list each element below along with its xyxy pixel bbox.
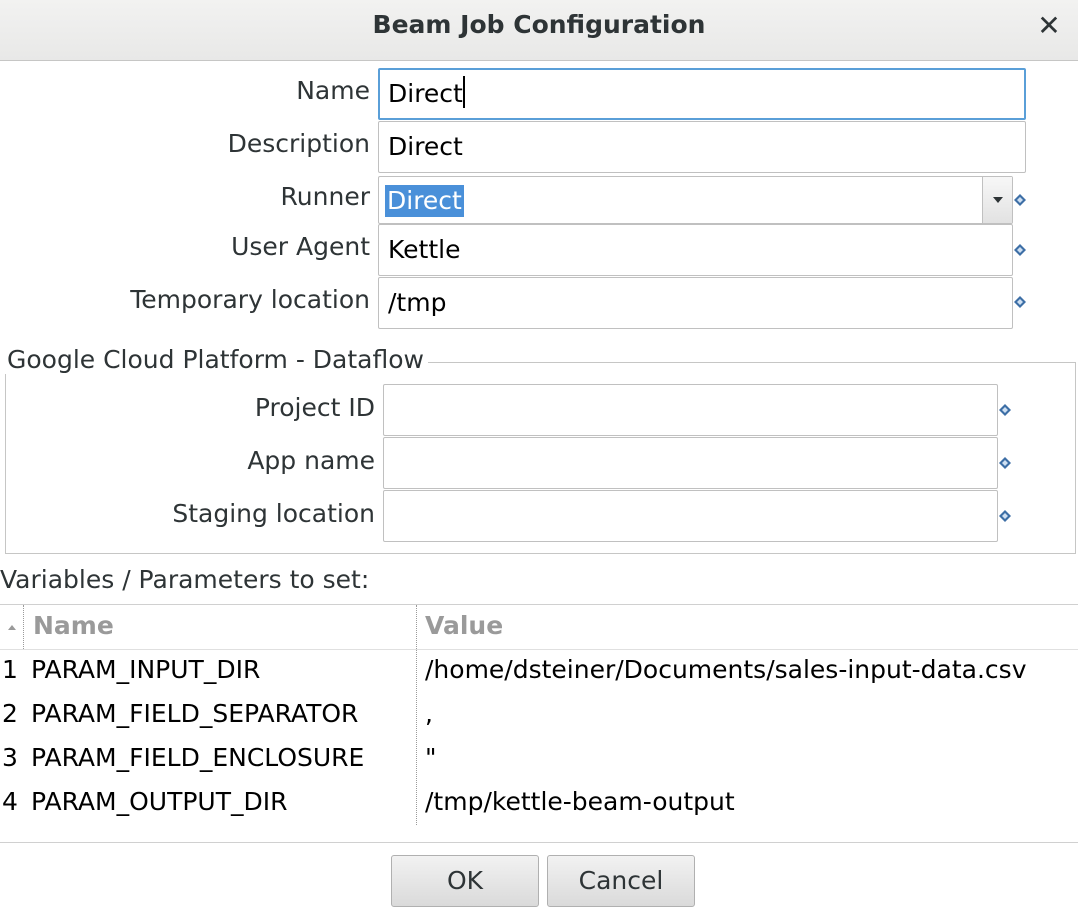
row-number: 1 [2,655,18,684]
dialog-title: Beam Job Configuration [372,10,706,39]
variables-label: Variables / Parameters to set: [0,565,370,594]
row-number: 3 [2,743,18,772]
variable-icon [999,510,1011,522]
column-divider [23,605,24,649]
description-label: Description [227,129,370,158]
dialog-titlebar: Beam Job Configuration ✕ [0,0,1078,61]
staging-location-label: Staging location [172,499,375,528]
variable-value-cell[interactable]: " [425,743,437,772]
column-header-name[interactable]: Name [33,611,114,640]
temp-location-label: Temporary location [130,285,370,314]
gcp-group-title: Google Cloud Platform - Dataflow [5,345,428,374]
variables-table: Name Value 1 PARAM_INPUT_DIR /home/dstei… [0,604,1078,843]
project-id-label: Project ID [254,393,375,422]
header-divider [0,649,1078,650]
runner-selected-value: Direct [385,185,464,217]
name-input[interactable]: Direct [378,68,1026,120]
staging-location-input[interactable] [383,490,998,542]
user-agent-input[interactable]: Kettle [378,224,1013,276]
description-input[interactable]: Direct [378,121,1026,173]
cancel-button[interactable]: Cancel [547,855,695,907]
chevron-down-icon[interactable] [982,177,1012,223]
sort-up-icon[interactable] [8,625,16,630]
user-agent-label: User Agent [231,232,370,261]
name-label: Name [296,76,370,105]
variable-name-cell[interactable]: PARAM_OUTPUT_DIR [31,787,288,816]
app-name-label: App name [247,446,375,475]
name-input-value: Direct [388,79,463,108]
column-header-value[interactable]: Value [425,611,503,640]
variable-icon [999,457,1011,469]
runner-combo[interactable]: Direct [378,176,1013,224]
variable-value-cell[interactable]: /home/dsteiner/Documents/sales-input-dat… [425,655,1027,684]
temp-location-input[interactable]: /tmp [378,277,1013,329]
variable-icon [1014,244,1026,256]
project-id-input[interactable] [383,384,998,436]
text-cursor [462,76,465,108]
variable-name-cell[interactable]: PARAM_FIELD_ENCLOSURE [31,743,364,772]
column-divider [416,605,417,825]
variable-icon [1014,296,1026,308]
variable-icon [1014,194,1026,206]
app-name-input[interactable] [383,437,998,489]
ok-button[interactable]: OK [391,855,539,907]
variable-name-cell[interactable]: PARAM_INPUT_DIR [31,655,260,684]
variable-name-cell[interactable]: PARAM_FIELD_SEPARATOR [31,699,358,728]
variable-icon [999,404,1011,416]
close-icon[interactable]: ✕ [1036,8,1062,44]
runner-label: Runner [280,182,370,211]
variable-value-cell[interactable]: , [425,699,433,728]
row-number: 4 [2,787,18,816]
row-number: 2 [2,699,18,728]
variable-value-cell[interactable]: /tmp/kettle-beam-output [425,787,735,816]
